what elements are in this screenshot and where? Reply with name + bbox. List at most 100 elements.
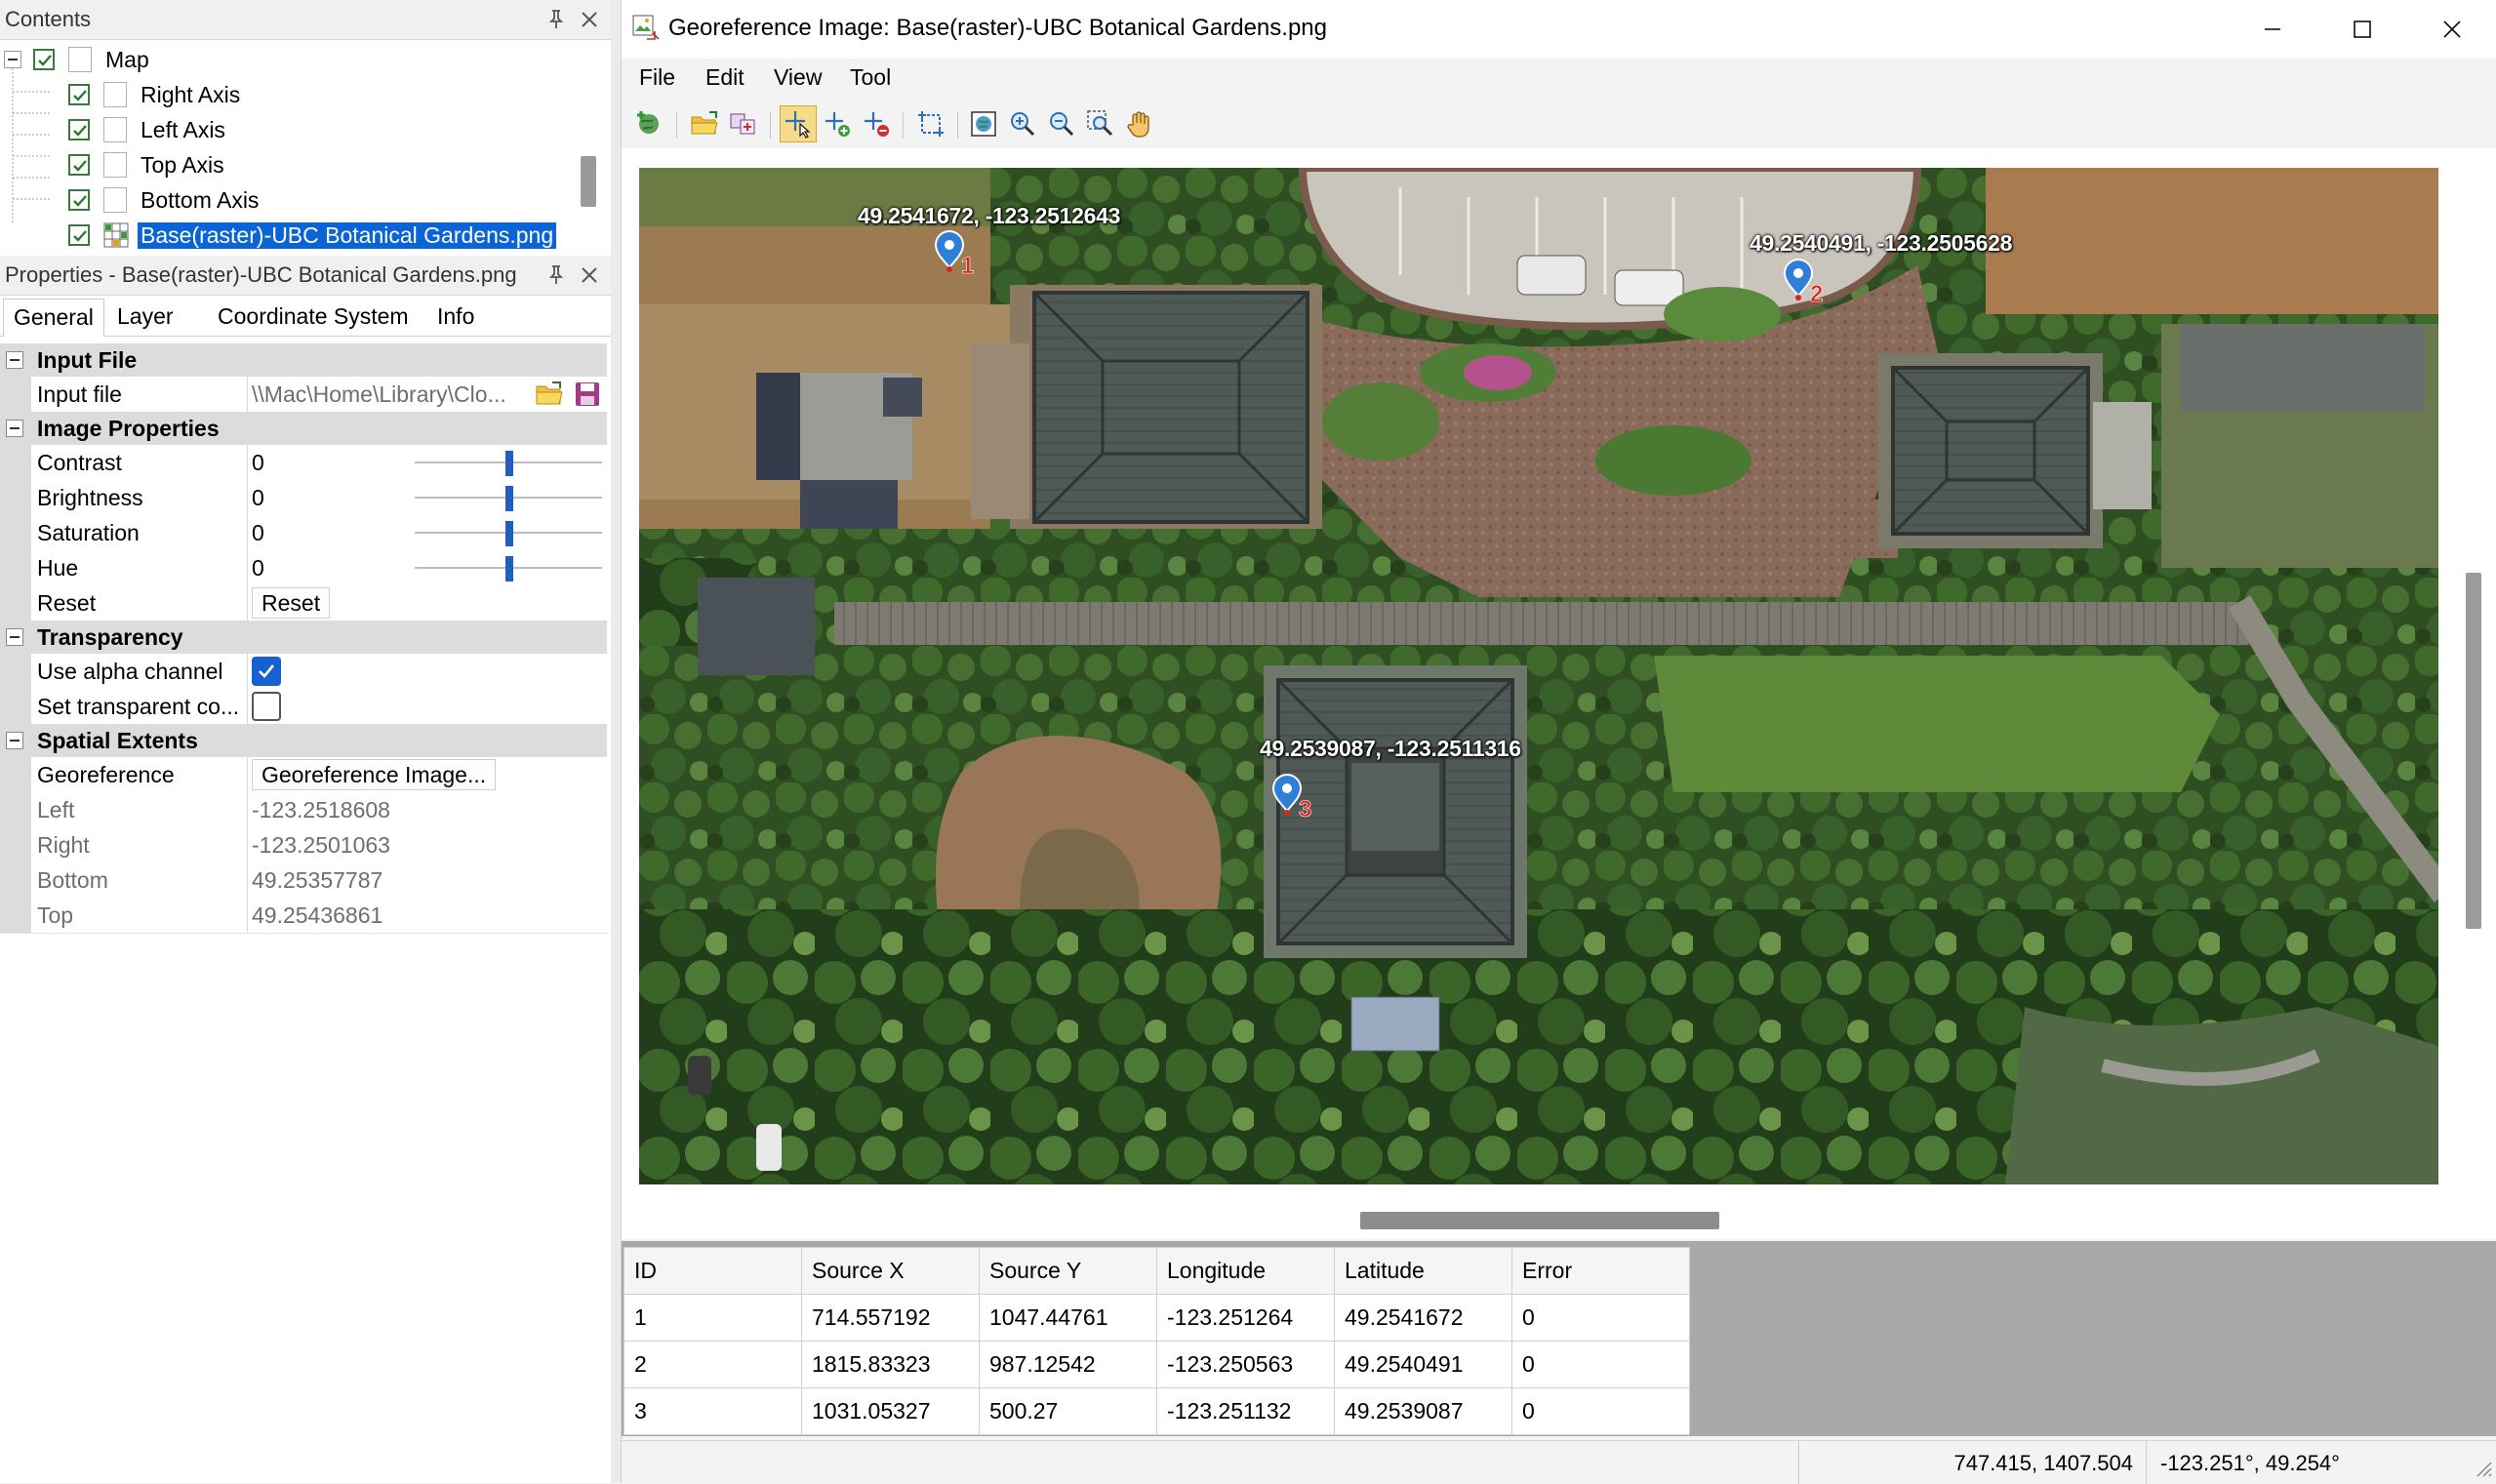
table-cell[interactable]: 1047.44761 <box>979 1294 1157 1342</box>
category-image-properties[interactable]: Image Properties <box>0 412 607 445</box>
pin-icon[interactable] <box>544 263 568 287</box>
contrast-value[interactable]: 0 <box>252 450 264 476</box>
layer-checkbox[interactable] <box>68 84 90 105</box>
add-data-icon[interactable] <box>631 105 668 142</box>
brightness-value[interactable]: 0 <box>252 485 264 511</box>
category-transparency[interactable]: Transparency <box>0 621 607 654</box>
zoom-out-icon[interactable] <box>1043 105 1080 142</box>
menu-edit[interactable]: Edit <box>704 64 746 91</box>
tree-item-map[interactable]: Map <box>33 42 149 77</box>
horizontal-scrollbar[interactable] <box>1360 1212 1719 1229</box>
table-row[interactable]: 2 1815.83323 987.12542 -123.250563 49.25… <box>624 1341 1690 1388</box>
open-folder-icon[interactable] <box>535 381 564 408</box>
layer-checkbox[interactable] <box>68 154 90 176</box>
gcp-marker-1[interactable]: 1 <box>932 228 986 283</box>
add-point-icon[interactable] <box>819 105 856 142</box>
tab-info[interactable]: Info <box>427 299 484 336</box>
tab-general[interactable]: General <box>3 299 104 337</box>
minimize-icon[interactable] <box>2255 12 2290 47</box>
tab-layer[interactable]: Layer <box>107 299 183 336</box>
brightness-slider-thumb[interactable] <box>505 486 513 511</box>
table-cell[interactable]: -123.251264 <box>1156 1294 1335 1342</box>
close-icon[interactable] <box>578 263 601 287</box>
column-header[interactable]: Source Y <box>979 1247 1157 1295</box>
pan-hand-icon[interactable] <box>1121 105 1158 142</box>
table-cell[interactable]: 49.2540491 <box>1334 1341 1512 1388</box>
hue-slider-thumb[interactable] <box>505 556 513 582</box>
aerial-image[interactable] <box>639 168 2438 1184</box>
table-cell[interactable]: 2 <box>624 1341 802 1388</box>
tab-coordinate-system[interactable]: Coordinate System <box>208 299 419 336</box>
hue-value[interactable]: 0 <box>252 555 264 582</box>
table-cell[interactable]: 49.2541672 <box>1334 1294 1512 1342</box>
collapse-toggle[interactable] <box>6 732 23 749</box>
maximize-icon[interactable] <box>2345 12 2380 47</box>
saturation-value[interactable]: 0 <box>252 520 264 546</box>
column-header[interactable]: Error <box>1511 1247 1690 1295</box>
category-input-file[interactable]: Input File <box>0 343 607 377</box>
vertical-scrollbar[interactable] <box>2466 573 2481 929</box>
column-header[interactable]: Latitude <box>1334 1247 1512 1295</box>
tree-item-left-axis[interactable]: Left Axis <box>68 112 225 147</box>
table-cell[interactable]: 1031.05327 <box>801 1387 980 1435</box>
window-titlebar[interactable]: Georeference Image: Base(raster)-UBC Bot… <box>622 0 2496 59</box>
table-cell[interactable]: 0 <box>1511 1387 1690 1435</box>
table-cell[interactable]: 0 <box>1511 1341 1690 1388</box>
resize-grip-icon[interactable] <box>2472 1457 2493 1478</box>
column-header[interactable]: Longitude <box>1156 1247 1335 1295</box>
collapse-toggle[interactable] <box>6 628 23 646</box>
menu-view[interactable]: View <box>772 64 824 91</box>
gcp-marker-2[interactable]: 2 <box>1781 257 1835 311</box>
export-icon[interactable] <box>725 105 762 142</box>
save-icon[interactable] <box>574 381 601 408</box>
reset-button[interactable]: Reset <box>252 587 331 619</box>
pin-icon[interactable] <box>544 8 568 31</box>
table-cell[interactable]: 0 <box>1511 1294 1690 1342</box>
layer-checkbox[interactable] <box>68 119 90 140</box>
collapse-toggle[interactable] <box>6 420 23 437</box>
table-cell[interactable]: -123.251132 <box>1156 1387 1335 1435</box>
map-canvas[interactable]: 49.2541672, -123.2512643 1 49.2540491, -… <box>622 148 2496 1239</box>
table-cell[interactable]: 714.557192 <box>801 1294 980 1342</box>
table-cell[interactable]: 987.12542 <box>979 1341 1157 1388</box>
close-icon[interactable] <box>578 8 601 31</box>
full-extent-icon[interactable] <box>965 105 1002 142</box>
table-cell[interactable]: 1 <box>624 1294 802 1342</box>
remove-point-icon[interactable] <box>858 105 895 142</box>
table-cell[interactable]: 49.2539087 <box>1334 1387 1512 1435</box>
zoom-in-icon[interactable] <box>1004 105 1041 142</box>
zoom-box-icon[interactable] <box>1082 105 1119 142</box>
column-header[interactable]: ID <box>624 1247 802 1295</box>
table-cell[interactable]: -123.250563 <box>1156 1341 1335 1388</box>
gcp-marker-3[interactable]: 3 <box>1269 772 1324 826</box>
collapse-toggle[interactable] <box>6 351 23 369</box>
map-checkbox[interactable] <box>33 49 55 70</box>
table-row[interactable]: 1 714.557192 1047.44761 -123.251264 49.2… <box>624 1294 1690 1342</box>
table-cell[interactable]: 500.27 <box>979 1387 1157 1435</box>
tree-item-right-axis[interactable]: Right Axis <box>68 77 240 112</box>
layer-checkbox[interactable] <box>68 189 90 211</box>
tree-item-top-axis[interactable]: Top Axis <box>68 147 224 182</box>
contrast-slider-thumb[interactable] <box>505 451 513 476</box>
tree-item-bottom-axis[interactable]: Bottom Axis <box>68 182 259 218</box>
column-header[interactable]: Source X <box>801 1247 980 1295</box>
contents-scrollbar[interactable] <box>581 156 596 207</box>
tree-item-raster[interactable]: Base(raster)-UBC Botanical Gardens.png <box>68 218 557 253</box>
georeference-image-button[interactable]: Georeference Image... <box>252 759 497 790</box>
menu-tool[interactable]: Tool <box>848 64 893 91</box>
category-spatial-extents[interactable]: Spatial Extents <box>0 724 607 757</box>
open-folder-icon[interactable] <box>686 105 723 142</box>
table-row[interactable]: 3 1031.05327 500.27 -123.251132 49.25390… <box>624 1387 1690 1435</box>
tree-collapse-toggle[interactable] <box>4 51 21 68</box>
transform-icon[interactable] <box>912 105 949 142</box>
table-cell[interactable]: 3 <box>624 1387 802 1435</box>
input-file-value[interactable]: \\Mac\Home\Library\Clo... <box>252 381 506 408</box>
layer-checkbox[interactable] <box>68 224 90 246</box>
transparent-color-checkbox[interactable] <box>252 692 281 721</box>
window-close-icon[interactable] <box>2435 12 2470 47</box>
select-point-icon[interactable] <box>780 105 817 142</box>
menu-file[interactable]: File <box>637 64 677 91</box>
alpha-channel-checkbox[interactable] <box>252 657 281 686</box>
saturation-slider-thumb[interactable] <box>505 521 513 546</box>
table-cell[interactable]: 1815.83323 <box>801 1341 980 1388</box>
